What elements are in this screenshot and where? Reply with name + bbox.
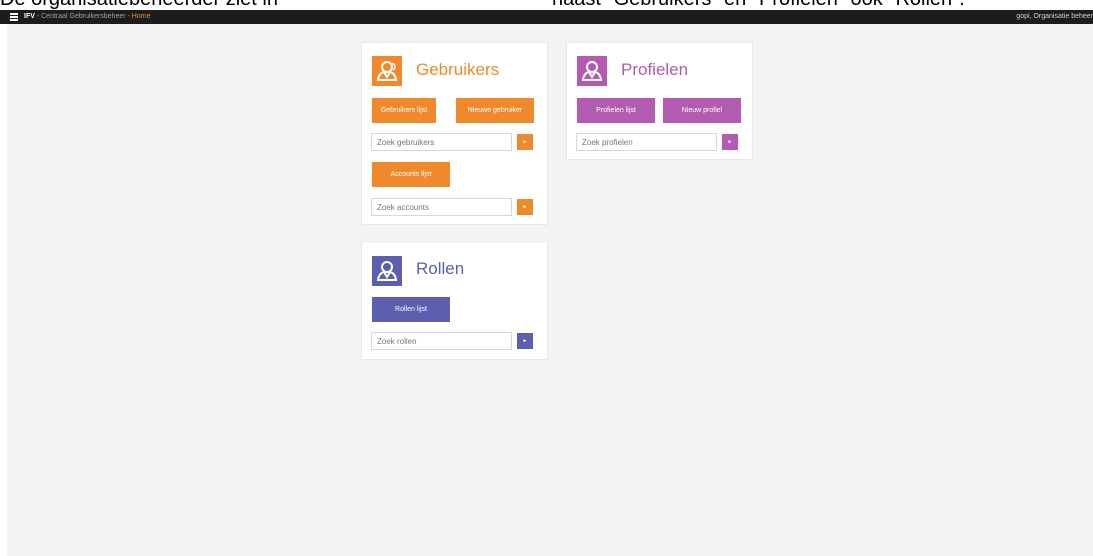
brand-label: IFV [24,13,35,20]
app-name: Centraal Gebruikersbeheer [41,13,126,20]
search-gebruikers-input[interactable] [371,133,512,151]
search-accounts-input[interactable] [371,198,512,216]
profielen-card: Profielen Profielen lijst Nieuw profiel … [566,42,753,160]
search-rollen-button[interactable]: ► [517,333,533,349]
gebruikers-card: Gebruikers Gebruikers lijst Nieuwe gebru… [361,42,548,225]
search-gebruikers-button[interactable]: ► [517,134,533,150]
rollen-card: Rollen Rollen lijst ► [361,241,548,360]
home-link[interactable]: Home [132,13,151,20]
search-rollen-input[interactable] [371,332,512,350]
rollen-lijst-button[interactable]: Rollen lijst [372,297,450,322]
nieuw-profiel-button[interactable]: Nieuw profiel [663,98,741,123]
card-title: Gebruikers [416,60,500,79]
role-icon [372,256,402,286]
caption-strip: De organisatiebeheerder ziet in naast "G… [0,0,1093,10]
profielen-lijst-button[interactable]: Profielen lijst [577,98,655,123]
content-area [7,24,1093,556]
search-profielen-input[interactable] [576,133,717,151]
search-profielen-button[interactable]: ► [722,134,738,150]
search-accounts-button[interactable]: ► [517,199,533,215]
nieuwe-gebruiker-button[interactable]: Nieuwe gebruiker [456,98,534,123]
profile-icon [577,56,607,86]
top-bar: IFV - Centraal Gebruikersbeheer - Home g… [0,10,1093,24]
hamburger-icon[interactable] [10,13,18,21]
user-icon [372,56,402,86]
caption-text-right: naast "Gebruikers" en "Profielen" ook "R… [552,0,965,10]
breadcrumb: IFV - Centraal Gebruikersbeheer - Home [24,10,150,24]
gebruikers-lijst-button[interactable]: Gebruikers lijst [372,98,436,123]
card-title: Rollen [416,259,465,278]
accounts-lijst-button[interactable]: Accounts lijst [372,162,450,187]
card-title: Profielen [621,60,689,79]
user-menu[interactable]: gopi, Organisatie beheer [1016,10,1093,24]
caption-text-left: De organisatiebeheerder ziet in [0,0,278,10]
